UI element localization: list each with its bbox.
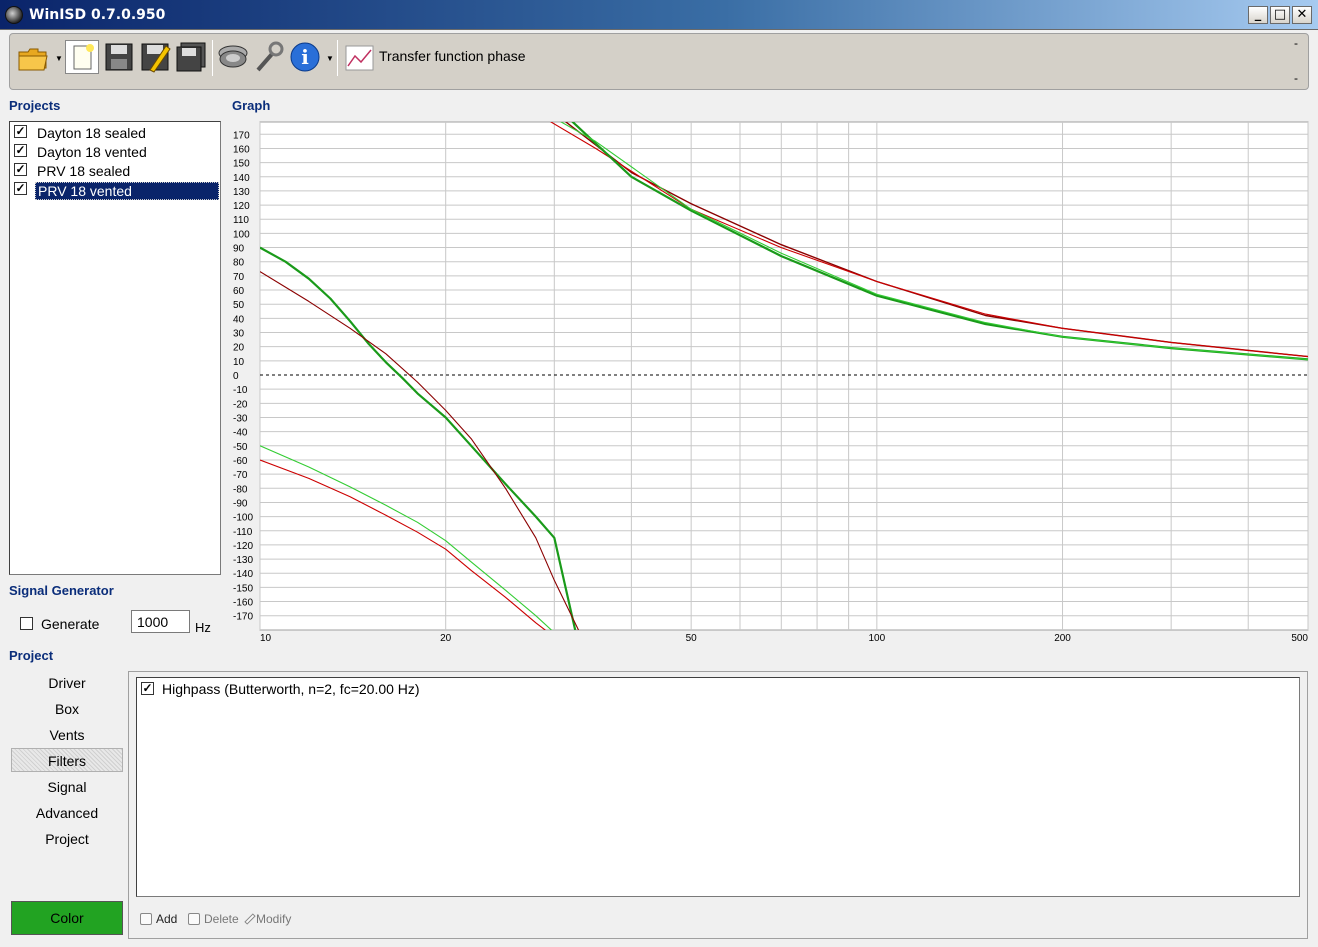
filters-panel: ✓ Highpass (Butterworth, n=2, fc=20.00 H…: [128, 671, 1308, 939]
y-tick-label: 60: [233, 286, 245, 297]
y-tick-label: 10: [233, 357, 245, 368]
y-tick-label: -60: [233, 456, 248, 467]
y-tick-label: 160: [233, 144, 250, 155]
y-tick-label: 140: [233, 173, 250, 184]
y-tick-label: 90: [233, 244, 245, 255]
menu-driver[interactable]: Driver: [11, 671, 123, 695]
y-tick-label: -90: [233, 498, 248, 509]
generate-label: Generate: [41, 616, 100, 632]
plot-area: [259, 121, 1309, 631]
y-tick-label: -40: [233, 428, 248, 439]
x-tick-label: 500: [1291, 633, 1308, 644]
generate-checkbox[interactable]: [20, 617, 33, 630]
y-tick-label: 70: [233, 272, 245, 283]
y-tick-label: -160: [233, 598, 253, 609]
y-tick-label: -20: [233, 399, 248, 410]
y-tick-label: -140: [233, 569, 253, 580]
y-tick-label: -170: [233, 612, 253, 623]
filter-checkbox[interactable]: ✓: [141, 682, 154, 695]
x-tick-label: 10: [260, 633, 272, 644]
x-tick-label: 100: [869, 633, 886, 644]
delete-filter-button[interactable]: Delete: [188, 912, 239, 926]
menu-project[interactable]: Project: [11, 827, 123, 851]
y-tick-label: -10: [233, 385, 248, 396]
color-button[interactable]: Color: [11, 901, 123, 935]
y-tick-label: -80: [233, 484, 248, 495]
x-tick-label: 200: [1054, 633, 1071, 644]
menu-signal[interactable]: Signal: [11, 775, 123, 799]
project-heading: Project: [9, 648, 54, 663]
y-tick-label: 110: [233, 215, 249, 226]
filters-list: ✓ Highpass (Butterworth, n=2, fc=20.00 H…: [136, 677, 1300, 897]
y-tick-label: -150: [233, 583, 253, 594]
y-tick-label: 80: [233, 258, 245, 269]
y-tick-label: 0: [233, 371, 239, 382]
menu-vents[interactable]: Vents: [11, 723, 123, 747]
frequency-unit: Hz: [195, 620, 211, 635]
x-tick-label: 20: [440, 633, 452, 644]
menu-advanced[interactable]: Advanced: [11, 801, 123, 825]
y-tick-label: -100: [233, 513, 253, 524]
menu-box[interactable]: Box: [11, 697, 123, 721]
y-tick-label: -70: [233, 470, 248, 481]
x-tick-label: 50: [686, 633, 698, 644]
pencil-icon: [244, 913, 256, 925]
y-tick-label: 100: [233, 229, 250, 240]
modify-filter-button[interactable]: Modify: [244, 912, 291, 926]
y-tick-label: 150: [233, 159, 250, 170]
y-tick-label: -50: [233, 442, 248, 453]
y-tick-label: -30: [233, 413, 248, 424]
delete-icon: [188, 913, 200, 925]
add-filter-button[interactable]: Add: [140, 912, 177, 926]
y-tick-label: -120: [233, 541, 253, 552]
y-tick-label: 130: [233, 187, 250, 198]
y-tick-label: -130: [233, 555, 253, 566]
y-tick-label: 120: [233, 201, 250, 212]
signal-generator-heading: Signal Generator: [9, 583, 114, 598]
y-tick-label: 50: [233, 300, 245, 311]
add-icon: [140, 913, 152, 925]
menu-filters[interactable]: Filters: [11, 748, 123, 772]
y-tick-label: 20: [233, 343, 245, 354]
y-tick-label: 30: [233, 329, 245, 340]
frequency-input[interactable]: 1000: [131, 610, 190, 633]
y-tick-label: -110: [233, 527, 253, 538]
y-tick-label: 170: [233, 130, 250, 141]
y-tick-label: 40: [233, 314, 245, 325]
filter-label[interactable]: Highpass (Butterworth, n=2, fc=20.00 Hz): [162, 681, 420, 697]
